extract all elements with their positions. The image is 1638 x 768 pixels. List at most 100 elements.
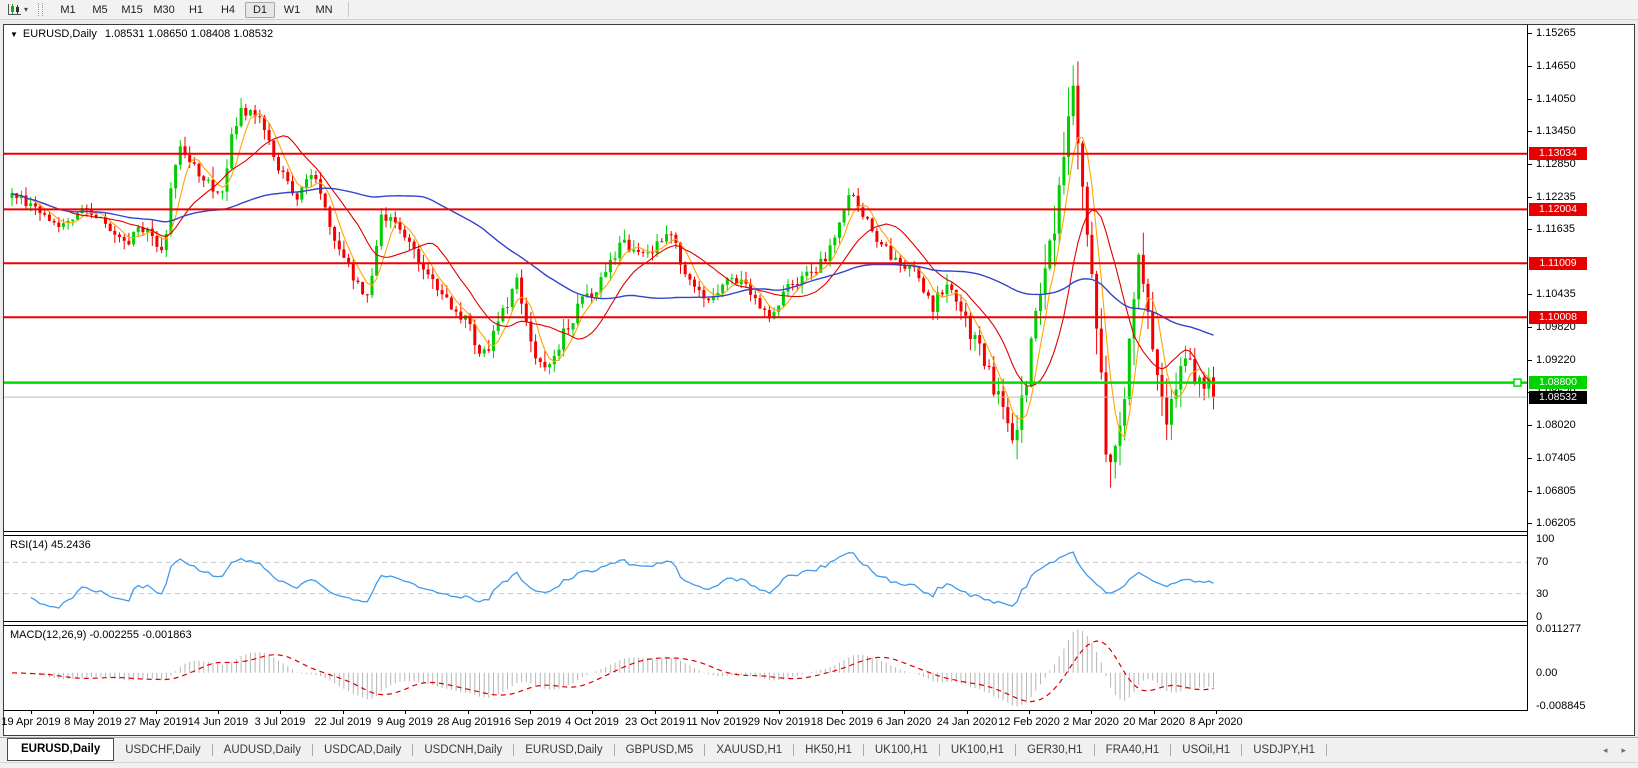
date-tick [967,711,968,714]
price-tick [1528,66,1532,67]
price-tick [1528,197,1532,198]
price-level-badge: 1.12004 [1529,203,1587,216]
date-tick [218,711,219,714]
window-bottom-strip [0,762,1638,768]
chart-tab-eurusd-daily[interactable]: EURUSD,Daily [514,738,613,762]
chart-tab-usdcnh-daily[interactable]: USDCNH,Daily [413,738,513,762]
macd-axis-label: 0.011277 [1536,623,1581,635]
rsi-axis-label: 0 [1536,611,1542,623]
price-level-badge: 1.10008 [1529,311,1587,324]
date-tick [468,711,469,714]
chart-window: ▼ EURUSD,Daily 1.08531 1.08650 1.08408 1… [3,24,1635,736]
chart-symbol-label: EURUSD,Daily [23,28,97,40]
chart-collapse-icon[interactable]: ▼ [10,30,18,39]
price-axis-label: 1.11635 [1536,223,1575,235]
price-axis-label: 1.09220 [1536,354,1576,366]
chart-tab-gbpusd-m5[interactable]: GBPUSD,M5 [615,738,705,762]
price-chart-canvas[interactable] [4,25,1527,531]
chart-tab-uk100-h1[interactable]: UK100,H1 [940,738,1015,762]
price-axis-label: 1.14650 [1536,60,1576,72]
tabs-scroll-right-icon[interactable]: ▸ [1621,745,1626,756]
price-axis-label: 1.10435 [1536,288,1576,300]
price-axis-label: 1.14050 [1536,93,1576,105]
timeframe-button-h1[interactable]: H1 [181,2,211,18]
chart-tab-fra40-h1[interactable]: FRA40,H1 [1095,738,1171,762]
date-axis[interactable]: 19 Apr 20198 May 201927 May 201914 Jun 2… [4,711,1527,735]
price-level-badge: 1.11009 [1529,257,1587,270]
top-toolbar: ▾ M1M5M15M30H1H4D1W1MN [0,0,1638,20]
chart-tab-eurusd-daily[interactable]: EURUSD,Daily [7,738,114,761]
price-tick [1528,294,1532,295]
macd-indicator-label: MACD(12,26,9) -0.002255 -0.001863 [10,629,192,641]
rsi-axis-label: 70 [1536,556,1548,568]
chart-tab-uk100-h1[interactable]: UK100,H1 [864,738,939,762]
tabs-scroll-left-icon[interactable]: ◂ [1603,745,1608,756]
timeframe-button-d1[interactable]: D1 [245,2,275,18]
price-tick [1528,491,1532,492]
macd-axis-label: -0.008845 [1536,700,1586,712]
macd-pane-canvas[interactable] [4,626,1527,710]
toolbar-separator [348,2,349,17]
date-axis-label: 8 Apr 2020 [1171,716,1261,728]
timeframe-button-m5[interactable]: M5 [85,2,115,18]
chart-ohlc-values: 1.08531 1.08650 1.08408 1.08532 [105,28,273,40]
candlestick-chart-icon [7,3,22,16]
chart-tab-usdcad-daily[interactable]: USDCAD,Daily [313,738,412,762]
price-axis[interactable]: 1.152651.146501.140501.134501.128501.122… [1528,25,1634,711]
date-tick [31,711,32,714]
price-axis-label: 1.06205 [1536,517,1576,529]
tab-divider [1326,744,1327,756]
chart-tab-bar: EURUSD,DailyUSDCHF,DailyAUDUSD,DailyUSDC… [0,737,1638,762]
price-tick [1528,164,1532,165]
date-tick [93,711,94,714]
chart-title: ▼ EURUSD,Daily 1.08531 1.08650 1.08408 1… [10,28,273,40]
date-tick [842,711,843,714]
price-tick [1528,523,1532,524]
price-level-badge: 1.13034 [1529,147,1587,160]
timeframe-button-mn[interactable]: MN [309,2,339,18]
chart-tab-hk50-h1[interactable]: HK50,H1 [794,738,863,762]
date-tick [1216,711,1217,714]
chart-type-button[interactable]: ▾ [4,1,31,19]
date-tick [1154,711,1155,714]
date-tick [156,711,157,714]
timeframe-button-w1[interactable]: W1 [277,2,307,18]
chart-tab-xauusd-h1[interactable]: XAUUSD,H1 [705,738,793,762]
price-tick [1528,99,1532,100]
date-tick [655,711,656,714]
price-axis-label: 1.15265 [1536,27,1576,39]
date-tick [1091,711,1092,714]
date-tick [779,711,780,714]
price-tick [1528,131,1532,132]
timeframe-button-m30[interactable]: M30 [149,2,179,18]
chart-tab-usoil-h1[interactable]: USOil,H1 [1171,738,1241,762]
timeframe-button-h4[interactable]: H4 [213,2,243,18]
rsi-pane-canvas[interactable] [4,536,1527,621]
toolbar-grip[interactable] [38,3,43,16]
rsi-axis-label: 100 [1536,533,1554,545]
timeframe-toolbar: M1M5M15M30H1H4D1W1MN [52,2,340,18]
rsi-axis-label: 30 [1536,588,1548,600]
price-tick [1528,33,1532,34]
chart-tab-usdjpy-h1[interactable]: USDJPY,H1 [1242,738,1326,762]
date-tick [904,711,905,714]
date-tick [343,711,344,714]
chart-tab-usdchf-daily[interactable]: USDCHF,Daily [114,738,211,762]
price-tick [1528,229,1532,230]
date-tick [280,711,281,714]
price-tick [1528,425,1532,426]
price-level-badge: 1.08800 [1529,376,1587,389]
date-tick [717,711,718,714]
chevron-down-icon: ▾ [24,5,28,14]
price-tick [1528,458,1532,459]
date-tick [592,711,593,714]
rsi-indicator-label: RSI(14) 45.2436 [10,539,91,551]
timeframe-button-m15[interactable]: M15 [117,2,147,18]
chart-tab-audusd-daily[interactable]: AUDUSD,Daily [213,738,312,762]
price-axis-label: 1.12235 [1536,191,1576,203]
chart-tab-ger30-h1[interactable]: GER30,H1 [1016,738,1094,762]
date-tick [405,711,406,714]
price-axis-label: 1.08020 [1536,419,1576,431]
timeframe-button-m1[interactable]: M1 [53,2,83,18]
price-level-badge: 1.08532 [1529,391,1587,404]
